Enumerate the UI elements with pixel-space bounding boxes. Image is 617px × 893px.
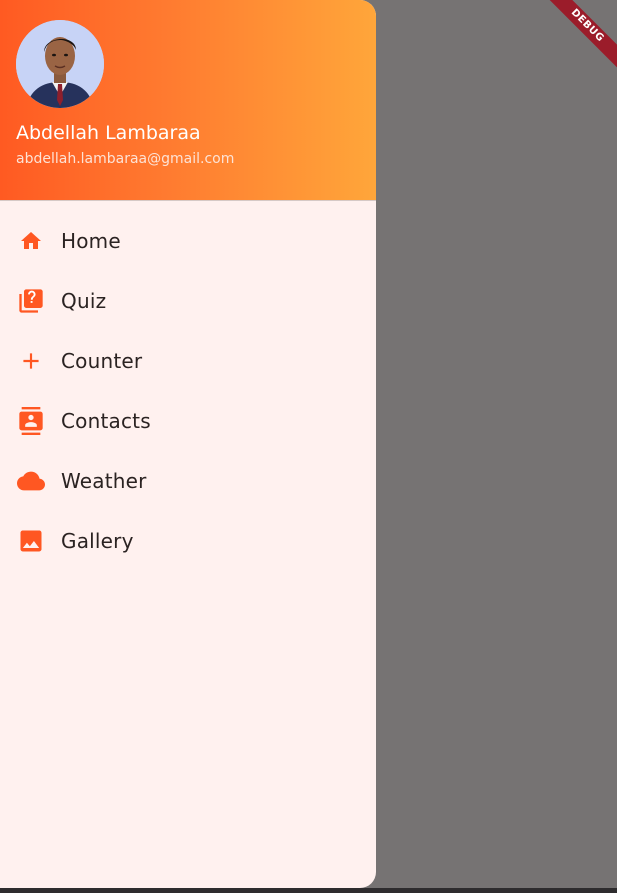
image-icon bbox=[16, 528, 46, 554]
drawer-item-quiz[interactable]: Quiz bbox=[0, 271, 376, 331]
drawer-item-home[interactable]: Home bbox=[0, 211, 376, 271]
contacts-icon bbox=[16, 407, 46, 435]
drawer-item-weather[interactable]: Weather bbox=[0, 451, 376, 511]
drawer-item-counter[interactable]: Counter bbox=[0, 331, 376, 391]
home-icon bbox=[16, 228, 46, 254]
system-bottom-bar bbox=[0, 888, 617, 893]
drawer-item-label: Contacts bbox=[61, 409, 151, 433]
avatar[interactable] bbox=[16, 20, 104, 108]
drawer-item-label: Counter bbox=[61, 349, 143, 373]
drawer-item-label: Quiz bbox=[61, 289, 107, 313]
avatar-image bbox=[16, 20, 104, 108]
quiz-icon bbox=[16, 288, 46, 314]
drawer-item-label: Gallery bbox=[61, 529, 134, 553]
add-icon bbox=[16, 348, 46, 374]
navigation-drawer: Abdellah Lambaraa abdellah.lambaraa@gmai… bbox=[0, 0, 376, 888]
drawer-item-label: Home bbox=[61, 229, 121, 253]
drawer-item-label: Weather bbox=[61, 469, 147, 493]
drawer-menu: Home Quiz Counter Contacts Weather Galle… bbox=[0, 211, 376, 571]
drawer-header: Abdellah Lambaraa abdellah.lambaraa@gmai… bbox=[0, 0, 376, 201]
drawer-item-gallery[interactable]: Gallery bbox=[0, 511, 376, 571]
account-name: Abdellah Lambaraa bbox=[16, 122, 201, 144]
cloud-icon bbox=[16, 468, 46, 494]
account-email: abdellah.lambaraa@gmail.com bbox=[16, 151, 235, 167]
drawer-item-contacts[interactable]: Contacts bbox=[0, 391, 376, 451]
